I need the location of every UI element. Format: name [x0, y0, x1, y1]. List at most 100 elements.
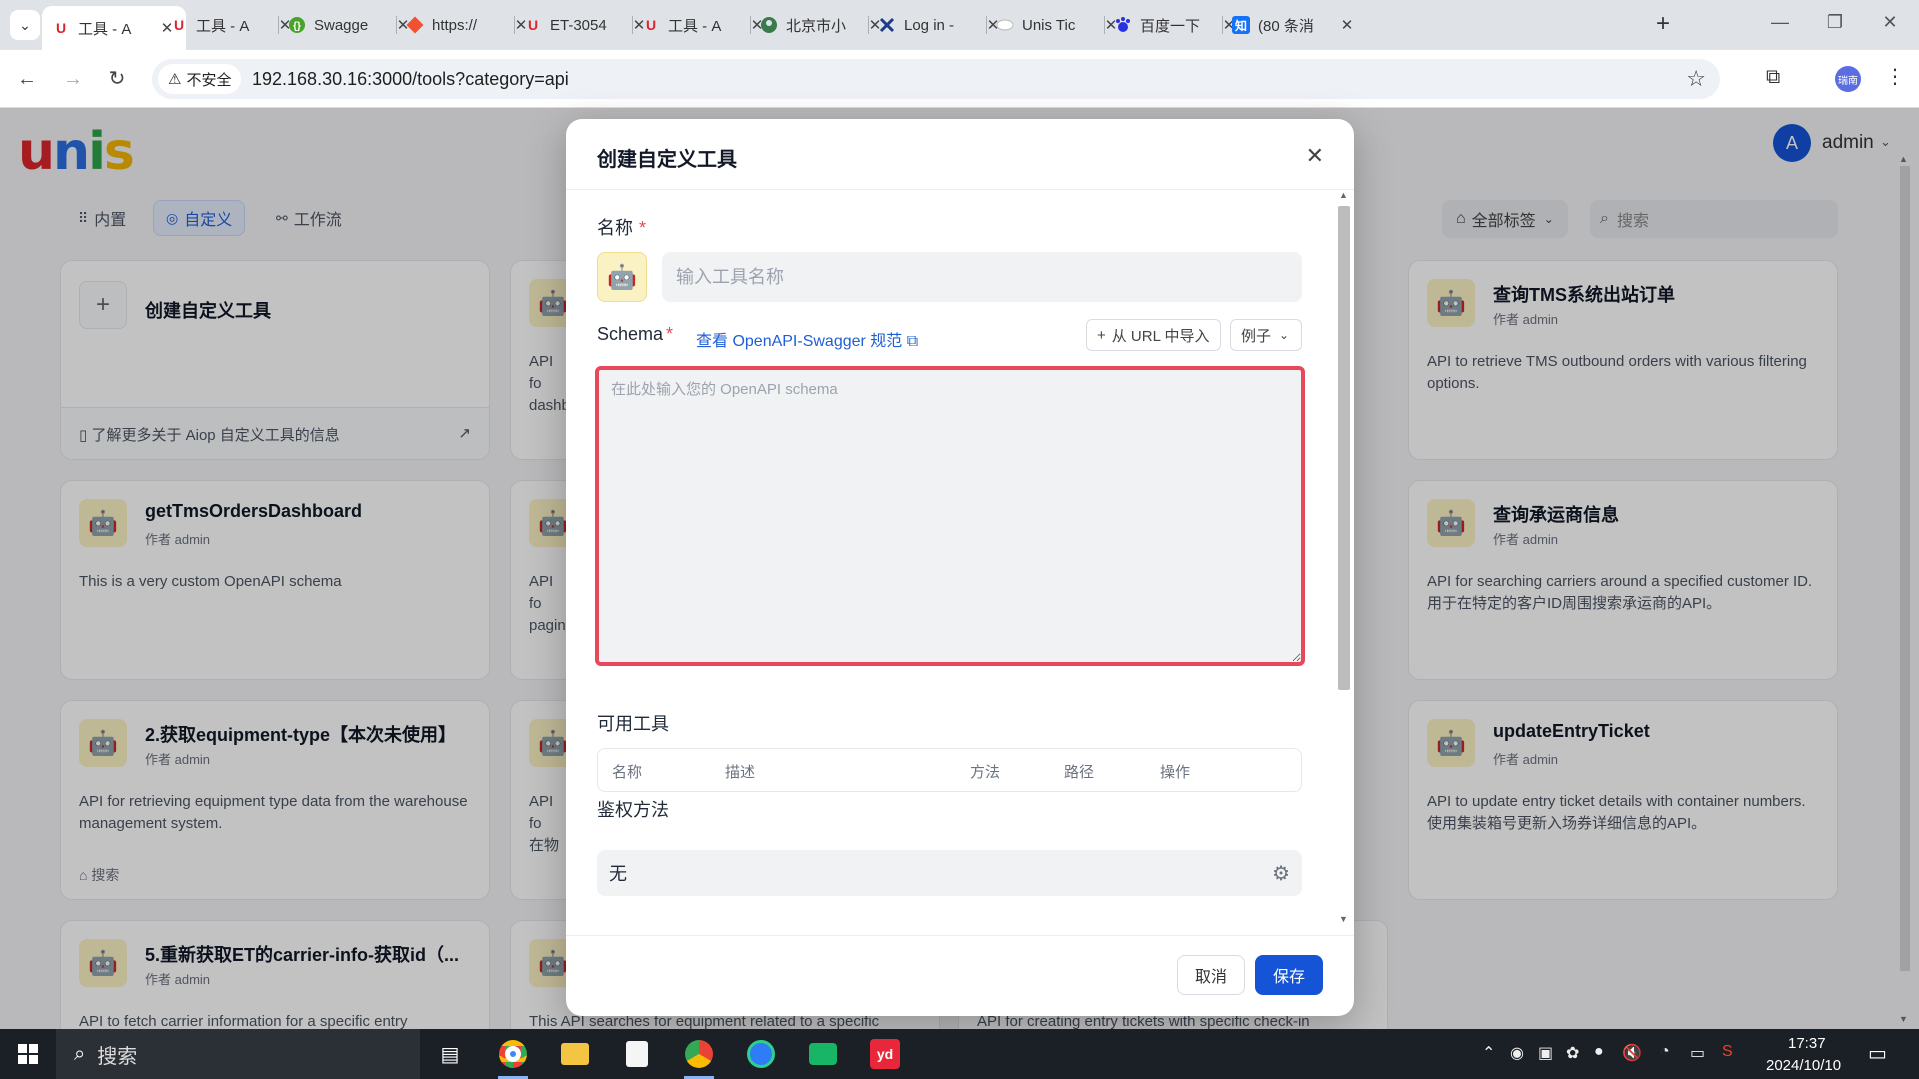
tab-title: ET-3054: [550, 16, 607, 34]
schema-label-text: Schema: [597, 324, 664, 344]
youdao-icon[interactable]: yd: [868, 1037, 902, 1071]
import-url-label: 从 URL 中导入: [1111, 327, 1210, 345]
swagger-spec-link[interactable]: 查看 OpenAPI-Swagger 规范 ⧉: [696, 327, 918, 351]
svg-text:{}: {}: [293, 21, 301, 32]
chevron-down-icon: ⌄: [19, 16, 31, 33]
notification-icon[interactable]: ▭: [1868, 1041, 1887, 1066]
auth-method-label: 鉴权方法: [597, 800, 669, 820]
chrome-icon[interactable]: [682, 1037, 716, 1071]
page-scrollbar[interactable]: ▲ ▼: [1898, 154, 1912, 1024]
file-explorer-icon[interactable]: [558, 1037, 592, 1071]
example-dropdown[interactable]: 例子 ⌄: [1230, 319, 1302, 351]
tab-title: Log in -: [904, 16, 955, 34]
chevron-down-icon: ⌄: [1279, 328, 1290, 342]
tab-title: 工具 - A: [78, 20, 132, 38]
scrollbar-thumb[interactable]: [1338, 206, 1350, 690]
browser-app-icon[interactable]: [744, 1037, 778, 1071]
scroll-down-icon[interactable]: ▼: [1899, 1014, 1908, 1024]
new-tab-button[interactable]: +: [1650, 12, 1676, 38]
address-bar[interactable]: ⚠ 不安全 192.168.30.16:3000/tools?category=…: [152, 59, 1720, 99]
scroll-down-icon[interactable]: ▼: [1339, 914, 1348, 924]
swagger-icon: {}: [288, 16, 306, 34]
close-window-icon[interactable]: ✕: [1875, 12, 1905, 38]
required-marker: *: [639, 218, 647, 238]
security-chip[interactable]: ⚠ 不安全: [158, 64, 242, 94]
chrome-icon[interactable]: [496, 1037, 530, 1071]
table-header: 描述: [725, 764, 756, 781]
robot-icon: 🤖: [607, 263, 637, 291]
forward-icon[interactable]: →: [58, 64, 88, 94]
reload-icon[interactable]: ↻: [102, 64, 132, 94]
modal-scrollbar[interactable]: ▲ ▼: [1334, 190, 1352, 924]
name-label-text: 名称: [597, 218, 633, 238]
start-button[interactable]: [0, 1029, 56, 1079]
close-icon[interactable]: ✕: [1306, 143, 1324, 169]
import-from-url-button[interactable]: + 从 URL 中导入: [1086, 319, 1221, 351]
modal-body: 名称 * 🤖 Schema* 查看 OpenAPI-Swagger 规范 ⧉ + …: [566, 190, 1354, 935]
globe-icon: [760, 16, 778, 34]
auth-method-select[interactable]: 无 ⚙: [597, 850, 1302, 896]
scroll-up-icon[interactable]: ▲: [1339, 190, 1348, 200]
notepad-icon[interactable]: [620, 1037, 654, 1071]
table-header: 操作: [1160, 764, 1191, 781]
schema-label: Schema *: [597, 324, 673, 345]
clock-time[interactable]: 17:37: [1788, 1035, 1826, 1052]
table-header: 名称: [612, 764, 643, 781]
windows-icon: [18, 1044, 38, 1064]
taskbar-search[interactable]: ⌕ 搜索: [56, 1029, 420, 1079]
cancel-button[interactable]: 取消: [1177, 955, 1245, 995]
unis-favicon-icon: U: [173, 17, 185, 33]
clock-date[interactable]: 2024/10/10: [1766, 1057, 1841, 1074]
wechat-icon[interactable]: ●: [1594, 1043, 1604, 1061]
table-header: 方法: [970, 764, 1001, 781]
tool-icon-picker[interactable]: 🤖: [597, 252, 647, 302]
unis-favicon-icon: U: [55, 20, 67, 36]
chevron-up-icon[interactable]: ⌃: [1482, 1043, 1495, 1063]
profile-avatar[interactable]: 瑞南: [1835, 66, 1861, 92]
ime-icon[interactable]: S: [1722, 1043, 1733, 1061]
bookmark-star-icon[interactable]: ☆: [1686, 66, 1706, 92]
baidu-icon: [1114, 16, 1132, 34]
browser-tab-strip: ⌄ U 工具 - A ✕ U 工具 - A ✕ {} Swagge ✕ http…: [0, 0, 1919, 50]
tab-title: 百度一下: [1140, 17, 1201, 35]
restore-icon[interactable]: ❐: [1820, 12, 1850, 38]
git-icon: [406, 16, 424, 34]
unis-favicon-icon: U: [645, 17, 657, 33]
meeting-app-icon[interactable]: [806, 1037, 840, 1071]
tab-title: 工具 - A: [668, 17, 722, 35]
tab-title: Unis Tic: [1022, 16, 1076, 34]
external-link-icon: ⧉: [906, 333, 919, 350]
browser-tab[interactable]: 知 (80 条消 ✕: [1222, 6, 1366, 44]
back-icon[interactable]: ←: [12, 64, 42, 94]
tab-title: Swagge: [314, 16, 369, 34]
modal-title: 创建自定义工具: [597, 149, 737, 171]
schema-textarea[interactable]: [595, 366, 1305, 666]
more-menu-icon[interactable]: ⋮: [1885, 64, 1905, 89]
tray-app-icon[interactable]: ✿: [1566, 1043, 1579, 1063]
tab-title: 工具 - A: [196, 17, 250, 35]
taskbar-search-label: 搜索: [97, 1045, 138, 1068]
tray-app-icon[interactable]: ◉: [1510, 1043, 1524, 1063]
task-view-icon[interactable]: ▤: [433, 1037, 467, 1071]
zhihu-icon: 知: [1232, 16, 1250, 34]
tool-name-input[interactable]: [662, 252, 1302, 302]
table-header: 路径: [1064, 764, 1095, 781]
search-icon: ⌕: [74, 1042, 86, 1065]
swagger-link-text: 查看 OpenAPI-Swagger 规范: [696, 333, 903, 350]
gear-icon[interactable]: ⚙: [1272, 861, 1290, 886]
plus-icon: +: [1097, 326, 1106, 344]
volume-muted-icon[interactable]: 🔇: [1622, 1043, 1642, 1063]
minimize-icon[interactable]: —: [1765, 12, 1795, 38]
battery-icon[interactable]: ▭: [1690, 1043, 1705, 1063]
extensions-icon[interactable]: ⧉: [1766, 66, 1780, 89]
close-icon[interactable]: ✕: [1338, 16, 1356, 34]
auth-method-value: 无: [609, 864, 627, 884]
tab-search-button[interactable]: ⌄: [10, 10, 40, 40]
wifi-icon[interactable]: ◔: [1660, 1043, 1670, 1061]
scrollbar-thumb[interactable]: [1900, 166, 1910, 971]
url-text[interactable]: 192.168.30.16:3000/tools?category=api: [252, 69, 569, 90]
save-button[interactable]: 保存: [1255, 955, 1323, 995]
tray-app-icon[interactable]: ▣: [1538, 1043, 1553, 1063]
tab-title: https://: [432, 16, 478, 34]
scroll-up-icon[interactable]: ▲: [1899, 154, 1908, 164]
